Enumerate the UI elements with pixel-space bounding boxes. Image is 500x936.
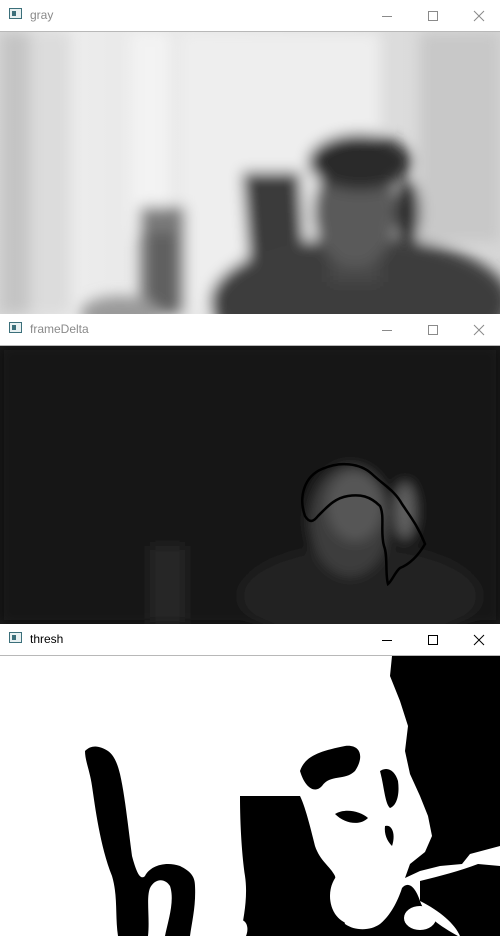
gray-frame-image <box>0 32 500 314</box>
maximize-button[interactable] <box>410 314 456 345</box>
window-title: gray <box>30 8 54 22</box>
close-icon <box>473 634 485 645</box>
close-button[interactable] <box>456 0 500 31</box>
maximize-icon <box>428 324 438 335</box>
window-thresh: thresh <box>0 624 500 936</box>
close-icon <box>473 10 485 21</box>
title-bar[interactable]: frameDelta <box>0 314 500 346</box>
frame-delta-image <box>0 346 500 624</box>
window-title: frameDelta <box>30 322 89 336</box>
app-icon <box>9 322 22 333</box>
window-title: thresh <box>30 632 64 646</box>
minimize-button[interactable] <box>364 0 410 31</box>
maximize-button[interactable] <box>410 0 456 31</box>
close-button[interactable] <box>456 314 500 345</box>
minimize-button[interactable] <box>364 624 410 655</box>
maximize-button[interactable] <box>410 624 456 655</box>
app-icon <box>9 632 22 643</box>
thresh-view <box>0 656 500 936</box>
maximize-icon <box>428 10 438 21</box>
minimize-icon <box>382 15 392 17</box>
title-bar[interactable]: gray <box>0 0 500 32</box>
window-frameDelta: frameDelta <box>0 314 500 624</box>
minimize-button[interactable] <box>364 314 410 345</box>
gray-frame-view <box>0 32 500 314</box>
minimize-icon <box>382 639 392 641</box>
minimize-icon <box>382 329 392 331</box>
title-bar[interactable]: thresh <box>0 624 500 656</box>
thresh-image <box>0 656 500 936</box>
window-gray: gray <box>0 0 500 314</box>
frame-delta-view <box>0 346 500 624</box>
close-button[interactable] <box>456 624 500 655</box>
close-icon <box>473 324 485 335</box>
app-icon <box>9 8 22 19</box>
maximize-icon <box>428 634 438 645</box>
